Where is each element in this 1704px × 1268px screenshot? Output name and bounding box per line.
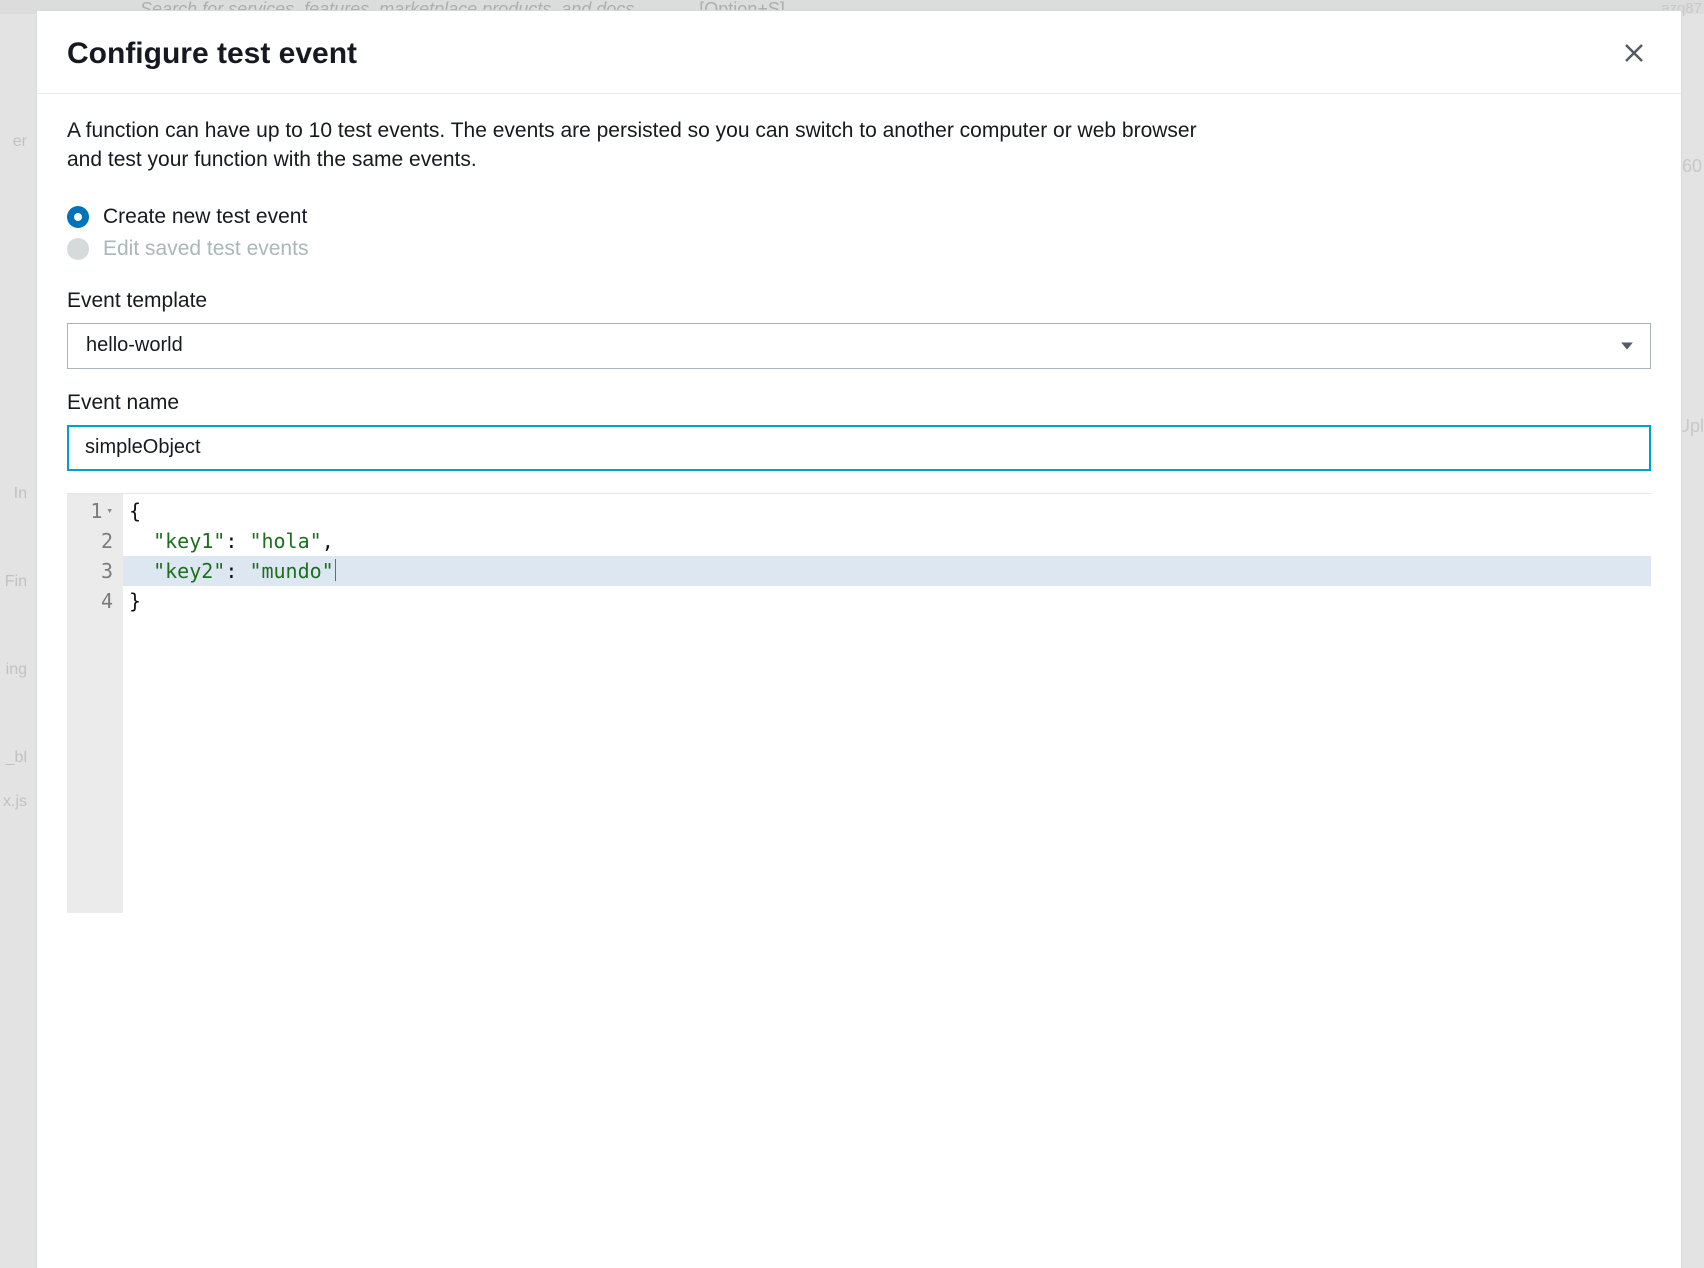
radio-dot-icon [67, 206, 89, 228]
event-name-field: Event name [67, 391, 1651, 471]
current-line-highlight [123, 556, 1651, 586]
close-button[interactable] [1617, 37, 1651, 71]
event-template-field: Event template hello-world [67, 289, 1651, 369]
configure-test-event-modal: Configure test event A function can have… [36, 10, 1682, 1268]
fold-icon: ▾ [106, 496, 113, 526]
event-template-label: Event template [67, 289, 1651, 313]
radio-edit-saved: Edit saved test events [67, 233, 1651, 265]
code-content[interactable]: { "key1": "hola", "key2": "mundo" } [123, 494, 1651, 913]
event-mode-radio-group: Create new test event Edit saved test ev… [67, 201, 1651, 265]
chevron-down-icon [1620, 339, 1634, 353]
radio-create-label: Create new test event [103, 205, 307, 229]
radio-dot-icon [67, 238, 89, 260]
close-icon [1622, 41, 1646, 68]
event-template-value: hello-world [86, 334, 183, 357]
background-left-column: er In Fin ing _bl x.js [0, 120, 30, 824]
modal-title: Configure test event [67, 37, 357, 71]
modal-description: A function can have up to 10 test events… [67, 116, 1227, 175]
event-name-label: Event name [67, 391, 1651, 415]
modal-header: Configure test event [37, 11, 1681, 94]
code-gutter: 1▾ 2 3 4 [67, 494, 123, 913]
modal-body: A function can have up to 10 test events… [37, 94, 1681, 1268]
radio-edit-label: Edit saved test events [103, 237, 308, 261]
radio-create-new[interactable]: Create new test event [67, 201, 1651, 233]
event-name-input[interactable] [67, 425, 1651, 471]
event-template-select[interactable]: hello-world [67, 323, 1651, 369]
text-cursor [335, 559, 337, 581]
json-code-editor[interactable]: 1▾ 2 3 4 { "key1": "hola", "key2": "mund… [67, 493, 1651, 913]
